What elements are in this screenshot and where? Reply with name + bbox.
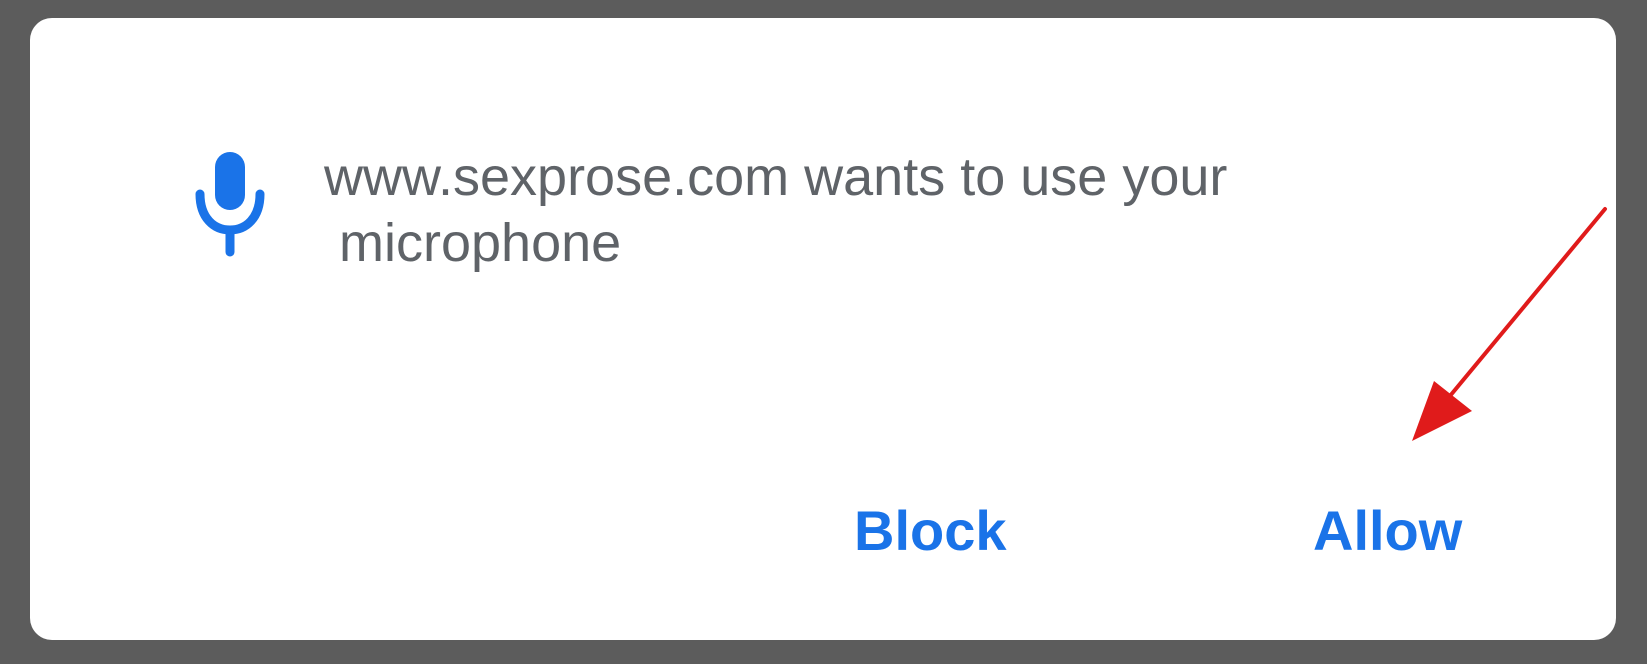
permission-dialog: www.sexprose.com wants to use your micro… [30, 18, 1616, 640]
allow-button[interactable]: Allow [1313, 496, 1462, 566]
microphone-icon [195, 152, 265, 257]
screen-backdrop: www.sexprose.com wants to use your micro… [0, 0, 1647, 664]
block-button[interactable]: Block [854, 496, 1007, 566]
permission-message: www.sexprose.com wants to use your micro… [324, 147, 1228, 273]
